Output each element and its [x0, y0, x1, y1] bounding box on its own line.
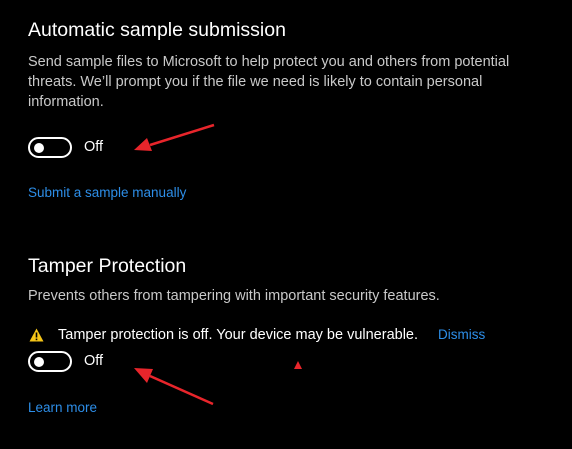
- toggle-knob: [34, 356, 44, 367]
- dismiss-link[interactable]: Dismiss: [438, 327, 485, 342]
- sample-submission-description: Send sample files to Microsoft to help p…: [28, 54, 510, 110]
- tamper-protection-toggle[interactable]: [28, 351, 72, 372]
- tamper-protection-description: Prevents others from tampering with impo…: [28, 288, 440, 304]
- red-arrow-icon: [134, 368, 214, 406]
- sample-submission-toggle-label: Off: [84, 139, 104, 155]
- tamper-protection-toggle-label: Off: [84, 353, 104, 369]
- submit-sample-manually-link[interactable]: Submit a sample manually: [28, 185, 186, 200]
- sample-submission-title: Automatic sample submission: [28, 19, 286, 41]
- tamper-protection-title: Tamper Protection: [28, 255, 187, 277]
- warning-triangle-icon: [29, 328, 44, 342]
- red-marker-icon: [294, 361, 302, 369]
- learn-more-link[interactable]: Learn more: [28, 400, 97, 415]
- tamper-warning-text: Tamper protection is off. Your device ma…: [58, 327, 419, 343]
- toggle-knob: [34, 142, 44, 153]
- red-arrow-icon: [134, 123, 215, 151]
- sample-submission-toggle[interactable]: [28, 137, 72, 158]
